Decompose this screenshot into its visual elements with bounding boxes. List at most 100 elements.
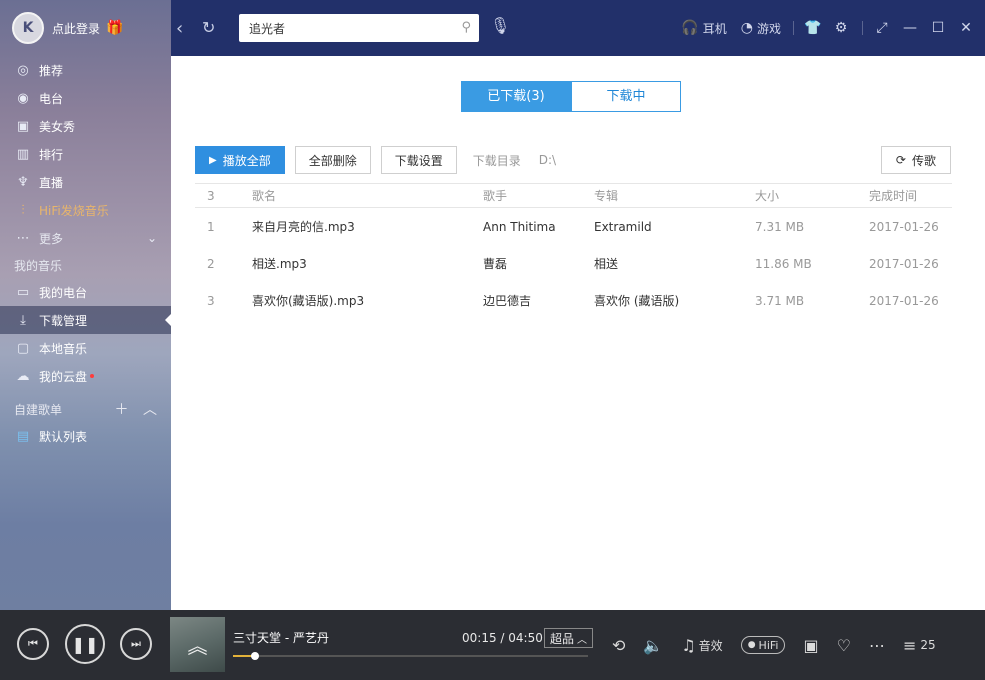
song-time: 2017-01-26 [869, 293, 939, 308]
sidebar-item-live[interactable]: ♆ 直播 [0, 168, 171, 196]
sidebar-item-label: 默认列表 [39, 429, 88, 444]
gift-icon[interactable]: 🎁 [106, 20, 123, 36]
sidebar-item-recommend[interactable]: ◎ 推荐 [0, 56, 171, 84]
song-album[interactable]: Extramild [594, 220, 755, 234]
section-title: 我的音乐 [14, 258, 63, 273]
volume-icon[interactable]: 🔈 [643, 636, 663, 655]
tab-downloaded[interactable]: 已下载(3) [461, 81, 571, 112]
sidebar-item-label: 我的云盘 [39, 369, 88, 384]
radio-icon: ◉ [17, 90, 29, 106]
playlist-button[interactable]: ≡ 25 [903, 636, 936, 655]
album-cover[interactable]: ︽ [170, 617, 225, 672]
header-artist[interactable]: 歌手 [483, 187, 594, 204]
quality-selector[interactable]: 超品 ︿ [544, 628, 594, 648]
sidebar-item-label: 本地音乐 [39, 341, 88, 356]
game-label: 游戏 [756, 21, 781, 36]
maximize-icon[interactable]: ☐ [929, 20, 947, 36]
pause-button[interactable]: ❚❚ [65, 624, 105, 664]
search-input[interactable] [249, 21, 439, 35]
tab-downloading[interactable]: 下载中 [571, 81, 681, 112]
next-track-button[interactable]: ⏭ [120, 628, 152, 660]
sidebar-item-label: 直播 [39, 175, 64, 190]
top-right-toolbar: 🎧 耳机 ◔ 游戏 👕 ⚙ ⤢ — ☐ ✕ [667, 0, 975, 56]
table-row[interactable]: 2 相送.mp3 曹磊 相送 11.86 MB 2017-01-26 [195, 245, 952, 282]
header-album[interactable]: 专辑 [594, 187, 755, 204]
song-time: 2017-01-26 [869, 219, 939, 234]
hifi-toggle[interactable]: ● HiFi [740, 636, 786, 654]
sidebar-item-show[interactable]: ▣ 美女秀 [0, 112, 171, 140]
cloud-icon: ☁ [16, 368, 30, 384]
hifi-label: HiFi [758, 638, 779, 652]
minimize-icon[interactable]: — [901, 20, 919, 36]
song-artist[interactable]: 曹磊 [483, 255, 594, 272]
header-time[interactable]: 完成时间 [869, 187, 952, 204]
sidebar-item-radio[interactable]: ◉ 电台 [0, 84, 171, 112]
download-dir-label: 下载目录 [472, 153, 521, 168]
progress-handle[interactable] [251, 652, 259, 660]
game-icon: ◔ [740, 20, 753, 36]
toggle-dot-icon: ● [747, 640, 756, 650]
player-controls-right: ⟲ 🔈 ♫ 音效 ● HiFi ▣ ♡ ⋯ ≡ 25 [612, 610, 954, 680]
download-dir-path[interactable]: D:\ [539, 153, 556, 167]
progress-bar[interactable] [233, 652, 588, 660]
headphones-link[interactable]: 🎧 耳机 [681, 20, 726, 37]
sidebar-item-local[interactable]: ▢ 本地音乐 [0, 334, 171, 362]
chevron-down-icon[interactable]: ⌄ [147, 231, 157, 245]
header-size[interactable]: 大小 [755, 187, 869, 204]
mini-mode-icon[interactable]: ⤢ [873, 20, 891, 36]
add-icon[interactable]: ＋ [115, 402, 129, 418]
refresh-icon[interactable]: ↻ [202, 18, 215, 37]
repeat-icon[interactable]: ⟲ [612, 636, 625, 655]
login-link[interactable]: 点此登录 [52, 20, 100, 37]
previous-track-button[interactable]: ⏮ [17, 628, 49, 660]
delete-all-button[interactable]: 全部删除 [294, 146, 371, 174]
download-settings-button[interactable]: 下载设置 [380, 146, 457, 174]
sidebar-item-downloads[interactable]: ⤓ 下载管理 [0, 306, 171, 334]
headphones-label: 耳机 [702, 21, 727, 36]
search-icon[interactable]: ⚲ [461, 20, 471, 35]
back-icon[interactable]: ‹ [176, 18, 183, 39]
more-icon[interactable]: ⋯ [869, 636, 885, 655]
table-row[interactable]: 1 来自月亮的信.mp3 Ann Thitima Extramild 7.31 … [195, 208, 952, 245]
song-artist[interactable]: 边巴德吉 [483, 292, 594, 309]
transfer-button[interactable]: ⟳ 传歌 [880, 146, 951, 174]
heart-icon[interactable]: ♡ [837, 636, 851, 655]
chart-icon: ▥ [16, 146, 30, 162]
sidebar-item-my-radio[interactable]: ▭ 我的电台 [0, 278, 171, 306]
song-artist[interactable]: Ann Thitima [483, 220, 594, 234]
sidebar-item-rank[interactable]: ▥ 排行 [0, 140, 171, 168]
lyrics-icon[interactable]: ▣ [803, 636, 818, 655]
chevron-up-icon[interactable]: ︿ [143, 402, 157, 418]
sidebar-item-hifi[interactable]: ⫶ HiFi发烧音乐 [0, 196, 171, 224]
video-icon: ▣ [16, 118, 30, 134]
song-name: 相送.mp3 [252, 257, 307, 271]
sidebar-item-more[interactable]: ⋯ 更多 ⌄ [0, 224, 171, 252]
table-row[interactable]: 3 喜欢你(藏语版).mp3 边巴德吉 喜欢你 (藏语版) 3.71 MB 20… [195, 282, 952, 319]
skin-icon[interactable]: 👕 [804, 20, 822, 36]
section-title: 自建歌单 [14, 402, 63, 417]
now-playing-title[interactable]: 三寸天堂 - 严艺丹 [233, 629, 329, 646]
header-name[interactable]: 歌名 [252, 187, 483, 204]
game-link[interactable]: ◔ 游戏 [741, 20, 781, 37]
row-index: 3 [207, 293, 215, 308]
sidebar-item-cloud[interactable]: ☁ 我的云盘 [0, 362, 171, 390]
song-album[interactable]: 喜欢你 (藏语版) [594, 292, 755, 309]
sound-effects-button[interactable]: ♫ 音效 [681, 636, 722, 655]
gear-icon[interactable]: ⚙ [832, 20, 850, 36]
song-album[interactable]: 相送 [594, 255, 755, 272]
user-area[interactable]: K 点此登录 🎁 [0, 0, 171, 56]
sidebar-item-default-list[interactable]: ▤ 默认列表 [0, 422, 171, 450]
my-music-section-title: 我的音乐 [0, 252, 171, 278]
search-box[interactable]: ⚲ [239, 14, 479, 42]
expand-up-icon: ︽ [187, 634, 208, 658]
music-note-icon: ♫ [681, 635, 696, 655]
voice-search-icon[interactable]: 🎙 [490, 16, 510, 35]
play-all-button[interactable]: ▶ 播放全部 [195, 146, 285, 174]
avatar[interactable]: K [12, 12, 44, 44]
header-count: 3 [207, 188, 215, 203]
close-icon[interactable]: ✕ [957, 20, 975, 36]
chevron-up-icon: ︿ [577, 634, 588, 646]
song-size: 11.86 MB [755, 256, 812, 271]
row-index: 2 [207, 256, 215, 271]
more-dots-icon: ⋯ [16, 230, 30, 246]
